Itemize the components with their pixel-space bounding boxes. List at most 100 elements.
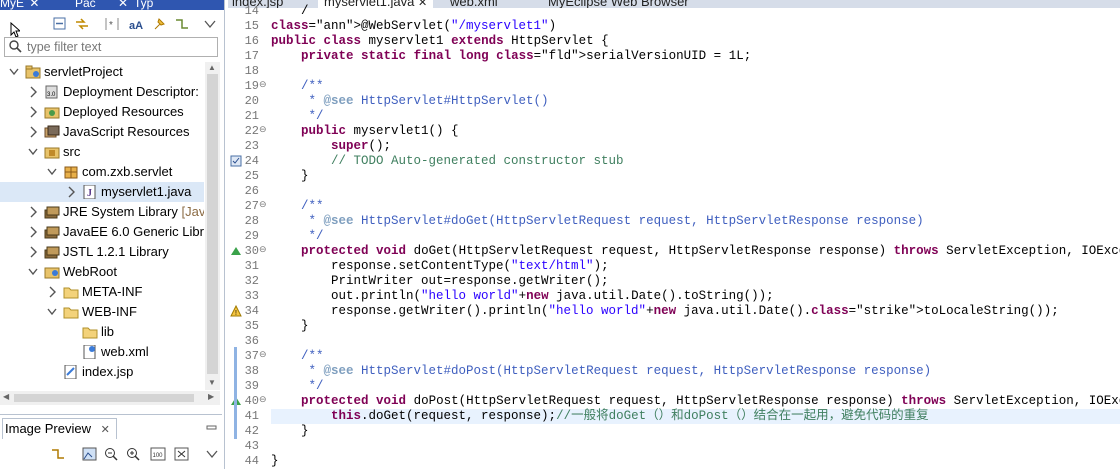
code-line[interactable]: private static final long class="fld">se… — [271, 49, 751, 64]
tree-item[interactable]: com.zxb.servlet — [0, 162, 204, 182]
view-menu-chevron-down-icon[interactable] — [202, 17, 218, 33]
code-line[interactable]: /** — [271, 79, 324, 94]
tree-item[interactable]: WEB-INF — [0, 302, 204, 322]
collapse-all-icon[interactable] — [52, 17, 68, 33]
code-line[interactable]: * @see HttpServlet#doGet(HttpServletRequ… — [271, 214, 924, 229]
tree-item[interactable]: Deployed Resources — [0, 102, 204, 122]
code-line[interactable]: / — [271, 4, 309, 19]
code-line[interactable]: * @see HttpServlet#HttpServlet() — [271, 94, 549, 109]
line-number: 29 — [244, 229, 259, 243]
code-line[interactable]: response.getWriter().println("hello worl… — [271, 304, 1059, 319]
actual-size-icon[interactable]: 100 — [150, 447, 166, 463]
minimize-icon[interactable] — [206, 421, 218, 436]
svg-text:aA: aA — [129, 20, 143, 31]
pin-icon[interactable] — [152, 17, 168, 33]
fold-toggle-icon[interactable]: ⊖ — [259, 124, 267, 135]
override-marker-icon[interactable] — [230, 245, 242, 257]
close-icon[interactable]: ✕ — [118, 0, 128, 10]
image-preview-panel: Image Preview ✕ 100 — [0, 414, 222, 470]
tab-type-hierarchy[interactable]: Typ — [134, 0, 153, 10]
line-number: 33 — [244, 289, 259, 303]
code-line[interactable]: * @see HttpServlet#doPost(HttpServletReq… — [271, 364, 932, 379]
scrollbar-thumb[interactable] — [207, 74, 218, 374]
scroll-right-arrow-icon[interactable]: ▶ — [208, 392, 214, 401]
tab-package-close[interactable]: ✕ — [118, 0, 128, 10]
tree-item-label: WEB-INF — [82, 304, 137, 319]
code-line[interactable]: /** — [271, 199, 324, 214]
tree-item[interactable]: servletProject — [0, 62, 204, 82]
code-line[interactable]: super(); — [271, 139, 391, 154]
line-number: 38 — [244, 364, 259, 378]
tree-item[interactable]: JRE System Library [Java — [0, 202, 204, 222]
code-line[interactable]: } — [271, 319, 309, 334]
scroll-up-arrow-icon[interactable]: ▲ — [208, 63, 216, 72]
filter-icon[interactable]: * — [104, 17, 120, 33]
code-line[interactable]: protected void doPost(HttpServletRequest… — [271, 394, 1120, 409]
tree-vertical-scrollbar[interactable]: ▲ ▼ — [205, 62, 220, 390]
code-area[interactable]: / class="ann">@WebServlet("/myservlet1") p… — [271, 0, 1120, 469]
tree-item[interactable]: JavaEE 6.0 Generic Libra — [0, 222, 204, 242]
tree-item[interactable]: 3.0 Deployment Descriptor: — [0, 82, 204, 102]
tree-item[interactable]: web.xml — [0, 342, 204, 362]
code-line[interactable]: } — [271, 424, 309, 439]
zoom-in-icon[interactable] — [126, 447, 142, 463]
tree-item[interactable]: JavaScript Resources — [0, 122, 204, 142]
tab-image-preview[interactable]: Image Preview ✕ — [2, 418, 117, 439]
mouse-cursor-icon — [10, 22, 20, 38]
code-line[interactable]: public class myservlet1 extends HttpServ… — [271, 34, 609, 49]
code-line[interactable]: /** — [271, 349, 324, 364]
fit-to-window-icon[interactable] — [174, 447, 190, 463]
filter-input[interactable] — [27, 39, 207, 55]
code-line[interactable]: */ — [271, 229, 324, 244]
code-line[interactable]: public myservlet1() { — [271, 124, 459, 139]
java-editor: index.jsp myservlet1.java ✕ web.xml MyEc… — [228, 0, 1120, 469]
sync-icon[interactable] — [174, 17, 190, 33]
scrollbar-thumb[interactable] — [14, 394, 194, 402]
link-with-editor-icon[interactable] — [74, 17, 90, 33]
code-line[interactable]: this.doGet(request, response);//一般将doGet… — [271, 409, 1120, 424]
fold-toggle-icon[interactable]: ⊖ — [259, 244, 267, 255]
tree-horizontal-scrollbar[interactable]: ◀ ▶ — [0, 391, 220, 405]
tree-item[interactable]: index.jsp — [0, 362, 204, 382]
image-icon[interactable] — [82, 447, 98, 463]
code-line[interactable]: class="ann">@WebServlet("/myservlet1") — [271, 19, 556, 34]
fold-toggle-icon[interactable]: ⊖ — [259, 199, 267, 210]
close-icon[interactable]: ✕ — [29, 0, 39, 10]
fold-toggle-icon[interactable]: ⊖ — [259, 349, 267, 360]
code-line[interactable]: response.setContentType("text/html"); — [271, 259, 609, 274]
tree-item[interactable]: lib — [0, 322, 204, 342]
code-line[interactable]: */ — [271, 109, 324, 124]
tree-item[interactable]: Jmyservlet1.java — [0, 182, 204, 202]
jsp-file-icon — [63, 364, 79, 380]
sync-icon[interactable] — [50, 447, 66, 463]
code-line[interactable]: out.println("hello world"+new java.util.… — [271, 289, 774, 304]
tab-myeclipse-explorer[interactable]: MyE ✕ — [0, 0, 39, 10]
close-icon[interactable]: ✕ — [101, 424, 110, 436]
tree-item[interactable]: META-INF — [0, 282, 204, 302]
tree-item-label: src — [63, 144, 81, 159]
code-line[interactable]: } — [271, 454, 279, 469]
line-number: 22 — [244, 124, 259, 138]
code-line[interactable]: protected void doGet(HttpServletRequest … — [271, 244, 1120, 259]
code-line[interactable]: PrintWriter out=response.getWriter(); — [271, 274, 609, 289]
tab-package-explorer[interactable]: Pac — [75, 0, 96, 10]
tree-item[interactable]: src — [0, 142, 204, 162]
zoom-out-icon[interactable] — [104, 447, 120, 463]
tree-item[interactable]: JSTL 1.2.1 Library — [0, 242, 204, 262]
scroll-down-arrow-icon[interactable]: ▼ — [208, 378, 216, 387]
line-number: 20 — [244, 94, 259, 108]
tab-label: Typ — [134, 0, 154, 10]
code-line[interactable]: */ — [271, 379, 324, 394]
warning-marker-icon[interactable]: ! — [230, 304, 242, 317]
fold-toggle-icon[interactable]: ⊖ — [259, 394, 267, 405]
scroll-left-arrow-icon[interactable]: ◀ — [3, 392, 9, 401]
code-line[interactable]: } — [271, 169, 309, 184]
font-size-icon[interactable]: aA — [128, 17, 144, 33]
code-line[interactable]: // TODO Auto-generated constructor stub — [271, 154, 624, 169]
view-menu-chevron-down-icon[interactable] — [204, 447, 220, 463]
task-marker-icon[interactable] — [230, 155, 242, 167]
line-number: 26 — [244, 184, 259, 198]
tree-item[interactable]: WebRoot — [0, 262, 204, 282]
fold-toggle-icon[interactable]: ⊖ — [259, 79, 267, 90]
line-number: 21 — [244, 109, 259, 123]
